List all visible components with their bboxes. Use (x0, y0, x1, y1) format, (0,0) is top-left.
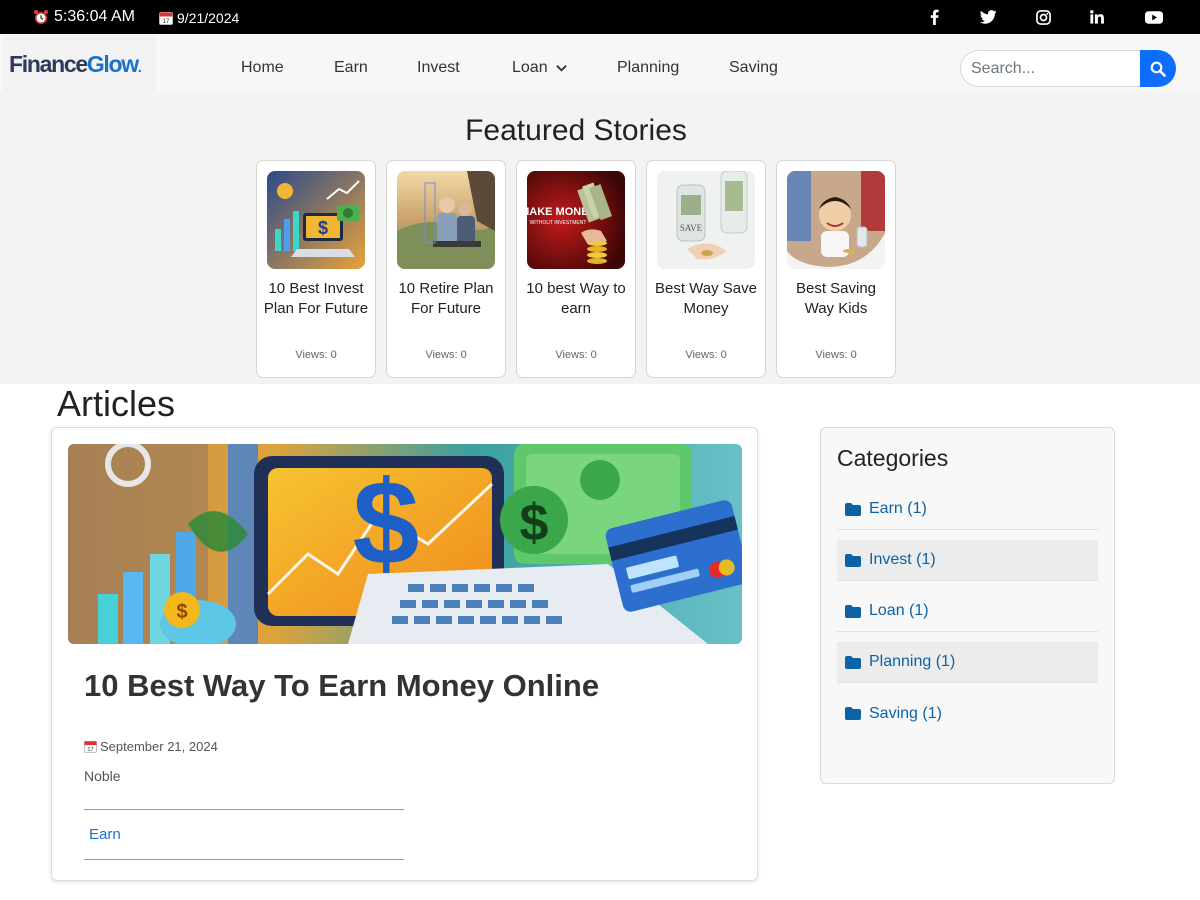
story-views: Views: 0 (295, 349, 337, 361)
linkedin-icon[interactable] (1089, 8, 1105, 26)
nav-saving[interactable]: Saving (729, 59, 778, 77)
folder-icon (845, 707, 861, 720)
category-label: Loan (1) (869, 602, 929, 619)
nav-earn[interactable]: Earn (334, 59, 368, 77)
featured-story-card[interactable]: 10 Retire Plan For Future Views: 0 (386, 160, 506, 378)
featured-story-card[interactable]: SAVE Best Way Save Money Views: 0 (646, 160, 766, 378)
story-thumbnail: $ (267, 171, 365, 269)
category-item-earn[interactable]: Earn (1) (837, 489, 1098, 530)
folder-icon (845, 604, 861, 618)
story-views: Views: 0 (685, 349, 727, 361)
logo-part-finance: Finance (9, 50, 88, 77)
search-button[interactable] (1140, 50, 1176, 87)
instagram-icon[interactable] (1035, 8, 1051, 26)
article-author: Noble (84, 768, 121, 784)
article-date-text: September 21, 2024 (100, 739, 218, 754)
logo-dot: . (137, 58, 142, 75)
logo-wordmark: FinanceGlow. (9, 50, 142, 78)
categories-heading: Categories (837, 445, 949, 471)
category-item-saving[interactable]: Saving (1) (837, 693, 1098, 734)
date-display: 17 9/21/2024 (159, 10, 239, 26)
featured-story-card[interactable]: MAKE MONEY WITHOUT INVESTMENT 10 best Wa… (516, 160, 636, 378)
category-item-loan[interactable]: Loan (1) (837, 591, 1098, 632)
category-label: Invest (1) (869, 551, 936, 568)
clock: 5:36:04 AM (33, 8, 135, 26)
svg-text:$: $ (353, 456, 420, 590)
search-icon (1150, 61, 1166, 77)
story-thumbnail: MAKE MONEY WITHOUT INVESTMENT (527, 171, 625, 269)
article-category-link[interactable]: Earn (89, 826, 121, 843)
svg-text:17: 17 (87, 747, 93, 753)
category-label: Saving (1) (869, 704, 942, 722)
current-time: 5:36:04 AM (54, 8, 135, 25)
featured-stories-section: Featured Stories $ 10 Best Invest Plan F… (0, 92, 1200, 384)
top-bar: 5:36:04 AM 17 9/21/2024 (0, 0, 1200, 34)
svg-text:$: $ (176, 601, 187, 623)
story-title: Best Way Save Money (655, 280, 757, 317)
current-date: 9/21/2024 (177, 10, 240, 26)
category-label: Earn (1) (869, 500, 927, 517)
nav-loan-dropdown[interactable]: Loan (512, 59, 567, 77)
story-image-subtext: WITHOUT INVESTMENT (530, 220, 587, 226)
article-divider (84, 809, 404, 810)
featured-story-card[interactable]: Best Saving Way Kids Views: 0 (776, 160, 896, 378)
folder-icon (845, 502, 861, 516)
article-divider (84, 859, 404, 860)
brand-logo[interactable]: FinanceGlow. (3, 36, 156, 92)
svg-text:$: $ (318, 218, 328, 238)
article-title[interactable]: 10 Best Way To Earn Money Online (84, 668, 599, 704)
article-card: $ $ $ 10 Best Way To Earn Money Online 1… (51, 427, 758, 881)
nav-home[interactable]: Home (241, 59, 284, 77)
folder-icon (845, 553, 861, 567)
facebook-icon[interactable] (928, 8, 940, 26)
story-views: Views: 0 (815, 349, 857, 361)
search-input[interactable] (960, 50, 1141, 87)
main-navbar: FinanceGlow. Home Earn Invest Loan Plann… (0, 34, 1200, 92)
nav-loan-label: Loan (512, 59, 548, 76)
calendar-icon: 17 (84, 740, 97, 753)
category-item-planning[interactable]: Planning (1) (837, 642, 1098, 683)
logo-part-glow: Glow (86, 50, 139, 77)
articles-heading: Articles (57, 383, 176, 424)
story-title: 10 best Way to earn (526, 280, 626, 317)
category-label: Planning (1) (869, 653, 956, 670)
featured-story-card[interactable]: $ 10 Best Invest Plan For Future Views: … (256, 160, 376, 378)
story-views: Views: 0 (425, 349, 467, 361)
chevron-down-icon (555, 65, 567, 72)
story-title: Best Saving Way Kids (795, 280, 877, 317)
story-title: 10 Retire Plan For Future (398, 280, 494, 317)
calendar-icon: 17 (159, 12, 173, 25)
article-date: 17 September 21, 2024 (84, 739, 218, 754)
svg-text:$: $ (520, 494, 549, 552)
story-title: 10 Best Invest Plan For Future (263, 280, 369, 317)
article-hero-image[interactable]: $ $ $ (68, 444, 742, 644)
story-views: Views: 0 (555, 349, 597, 361)
nav-invest[interactable]: Invest (417, 59, 460, 77)
nav-planning[interactable]: Planning (617, 59, 679, 77)
story-thumbnail (397, 171, 495, 269)
story-thumbnail: SAVE (657, 171, 755, 269)
twitter-icon[interactable] (979, 8, 997, 26)
featured-heading: Featured Stories (465, 114, 687, 147)
category-item-invest[interactable]: Invest (1) (837, 540, 1098, 581)
story-image-text: SAVE (680, 223, 703, 233)
youtube-icon[interactable] (1144, 8, 1163, 26)
categories-sidebar: Categories Earn (1) Invest (1) Loan (1) … (820, 427, 1115, 784)
story-thumbnail (787, 171, 885, 269)
folder-icon (845, 655, 861, 669)
svg-text:17: 17 (163, 19, 170, 25)
alarm-clock-icon (34, 10, 48, 24)
